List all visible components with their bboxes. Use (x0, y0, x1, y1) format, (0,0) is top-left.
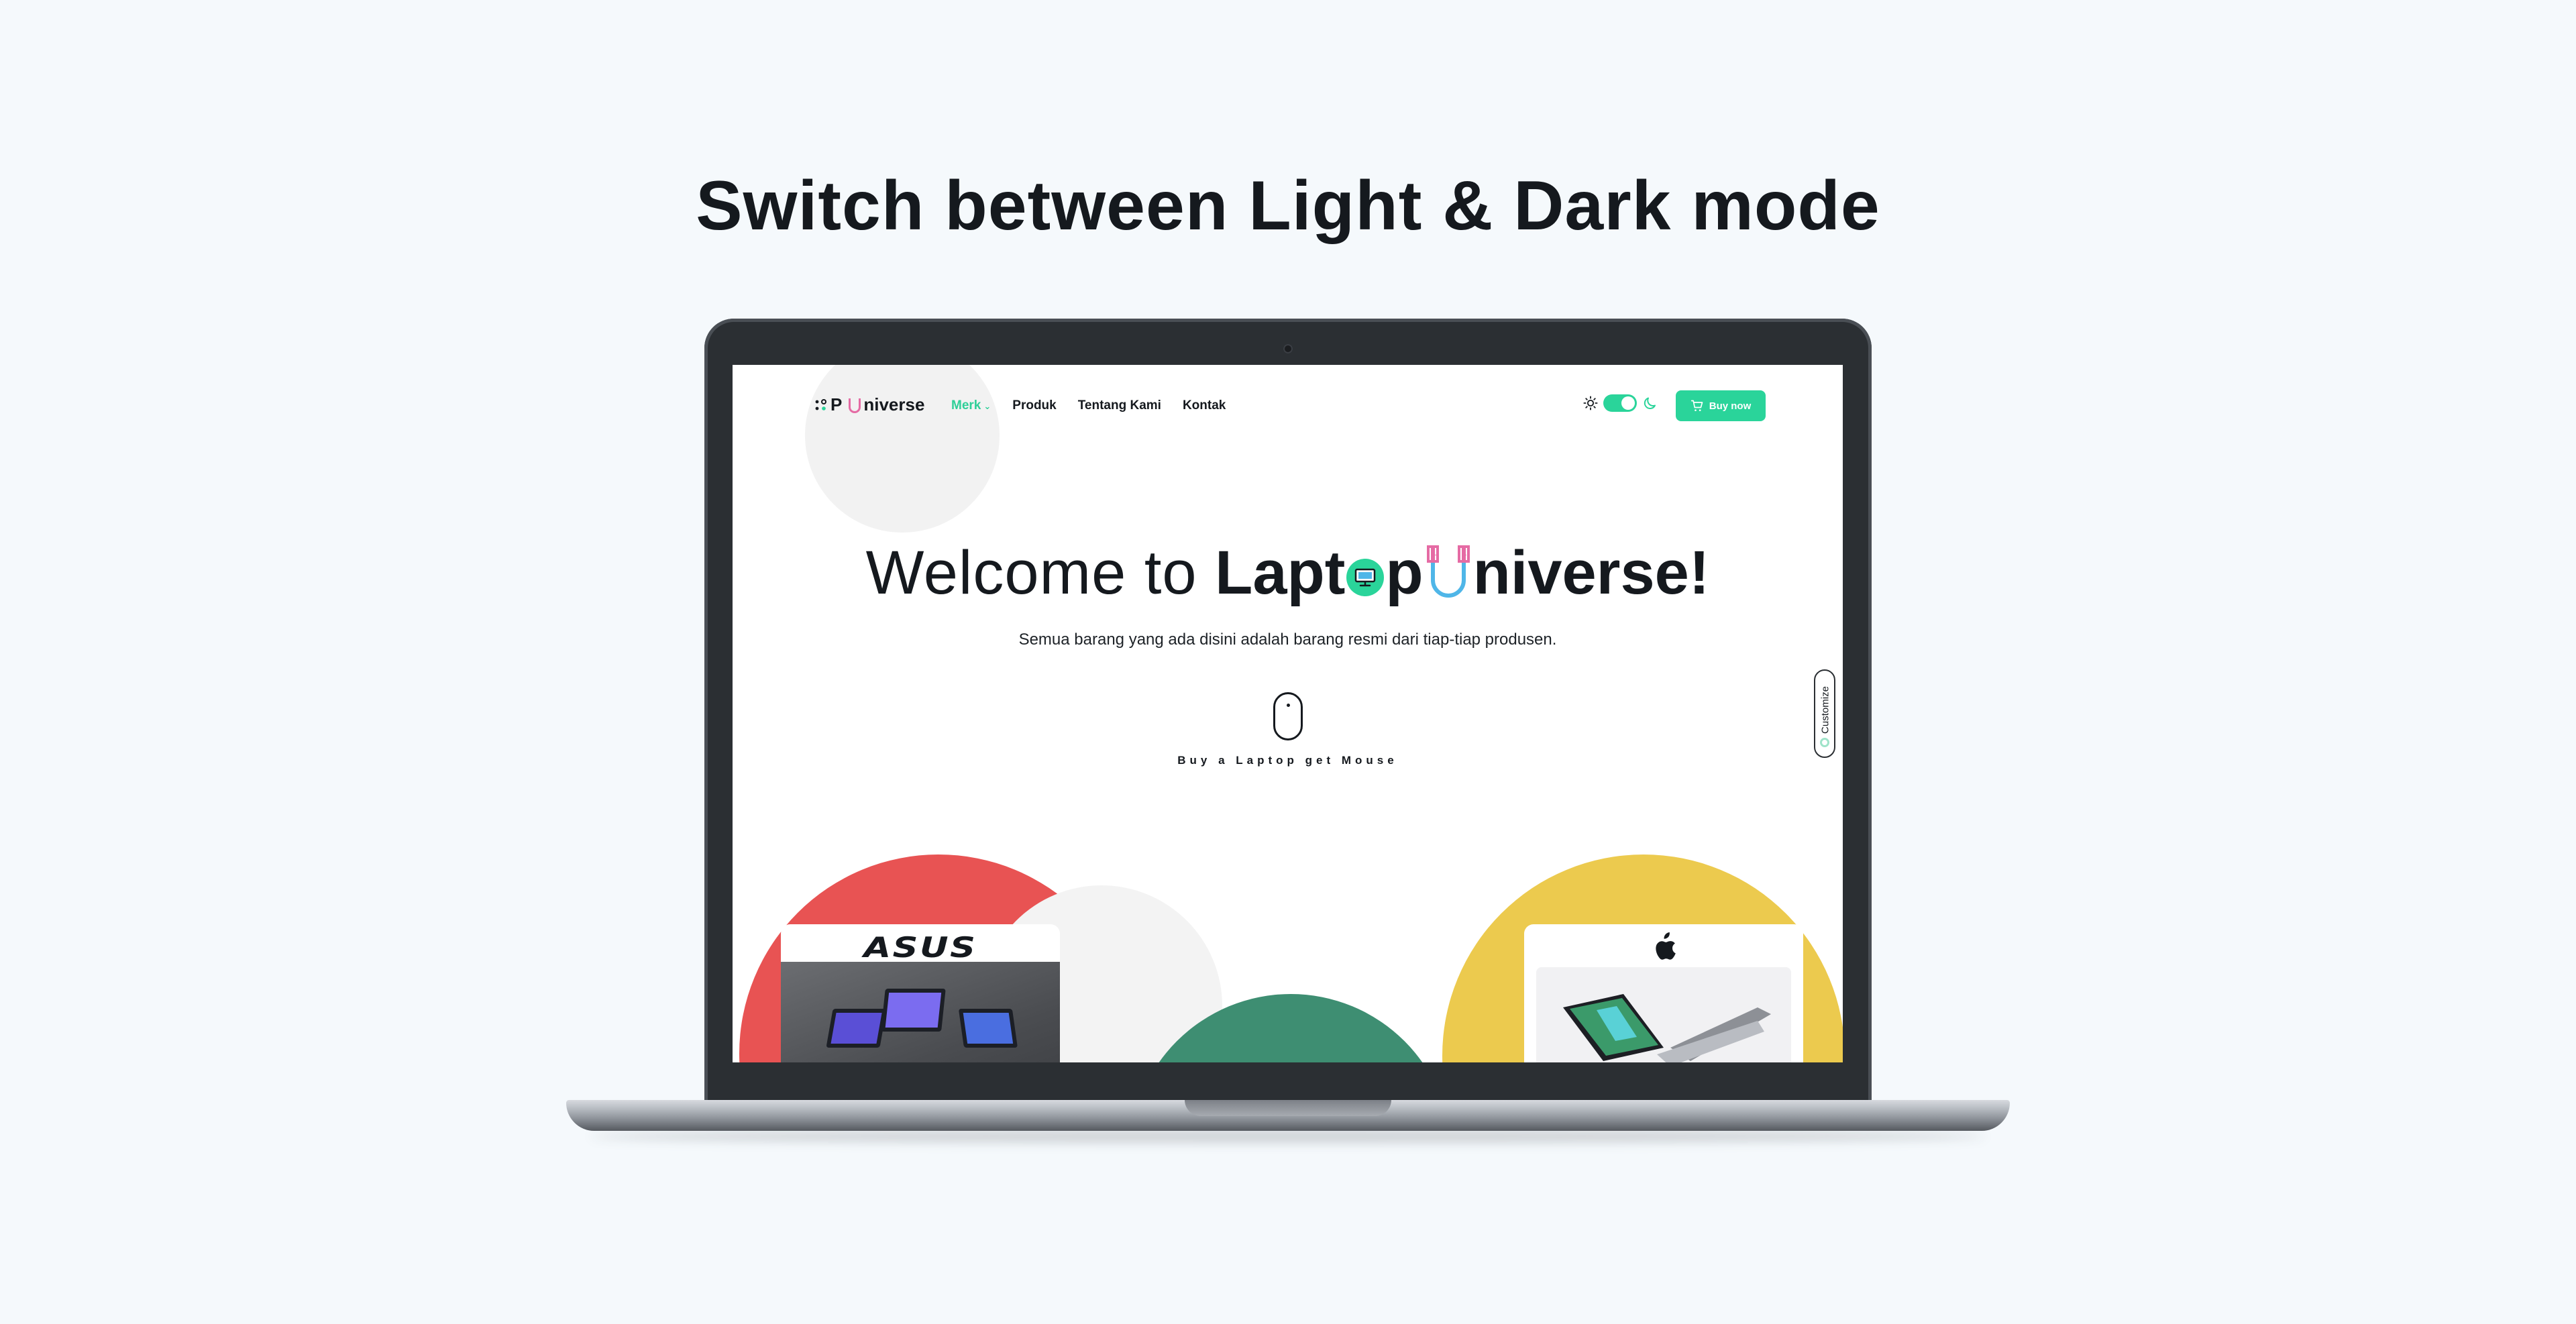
brand-card-asus[interactable]: ASUS (781, 924, 1060, 1062)
svg-text:−: − (1431, 551, 1437, 559)
banner-title: Switch between Light & Dark mode (696, 167, 1880, 245)
hero-title-prefix: Welcome to (865, 539, 1216, 607)
laptop-notch (1185, 1100, 1391, 1116)
hero-brand-part2: p (1385, 539, 1424, 607)
customize-tab[interactable]: Customize (1814, 669, 1835, 758)
top-navbar: P niverse Merk ⌄ Produk Tentang Kami Kont… (733, 365, 1843, 432)
chevron-down-icon: ⌄ (983, 401, 991, 411)
mouse-caption: Buy a Laptop get Mouse (1177, 754, 1398, 767)
logo-mark-icon (814, 398, 826, 411)
nav-link-tentang-kami[interactable]: Tentang Kami (1078, 398, 1161, 413)
laptop-shadow (590, 1129, 1986, 1143)
product-image (1536, 967, 1791, 1062)
mouse-icon[interactable] (1273, 692, 1303, 740)
hero-subtitle: Semua barang yang ada disini adalah bara… (1018, 630, 1557, 649)
product-image (781, 962, 1060, 1062)
logo-letter: P (830, 394, 843, 415)
hero-brand-part1: Lapt (1215, 539, 1346, 607)
cart-icon (1690, 400, 1703, 411)
nav-link-produk[interactable]: Produk (1012, 398, 1056, 413)
screen-bezel (733, 1062, 1843, 1083)
magnet-u-icon: − + (1426, 545, 1470, 598)
hero-title: Welcome to Lapt p − + niverse! (733, 538, 1843, 608)
gear-icon (1820, 738, 1829, 747)
asus-logo: ASUS (863, 931, 977, 964)
buy-now-label: Buy now (1709, 400, 1752, 412)
logo-u-icon (849, 398, 861, 413)
laptop-screen: P niverse Merk ⌄ Produk Tentang Kami Kont… (733, 365, 1843, 1062)
hero-brand-part3: niverse! (1472, 539, 1710, 607)
theme-toggle[interactable] (1603, 394, 1637, 412)
sun-icon (1583, 396, 1598, 410)
site-logo[interactable]: P niverse (814, 394, 924, 415)
logo-text: niverse (863, 394, 925, 415)
customize-label: Customize (1819, 686, 1831, 734)
laptop-camera (1283, 344, 1293, 353)
svg-text:+: + (1461, 551, 1467, 559)
brand-card-apple[interactable] (1524, 924, 1803, 1062)
nav-links: Merk ⌄ Produk Tentang Kami Kontak (951, 398, 1226, 413)
toggle-knob (1621, 396, 1635, 410)
monitor-icon (1346, 559, 1385, 596)
buy-now-button[interactable]: Buy now (1676, 390, 1766, 421)
nav-link-merk[interactable]: Merk ⌄ (951, 398, 991, 413)
apple-logo-icon (1656, 932, 1676, 960)
theme-switch (1583, 394, 1658, 412)
moon-icon (1644, 397, 1656, 409)
nav-link-kontak[interactable]: Kontak (1183, 398, 1226, 413)
